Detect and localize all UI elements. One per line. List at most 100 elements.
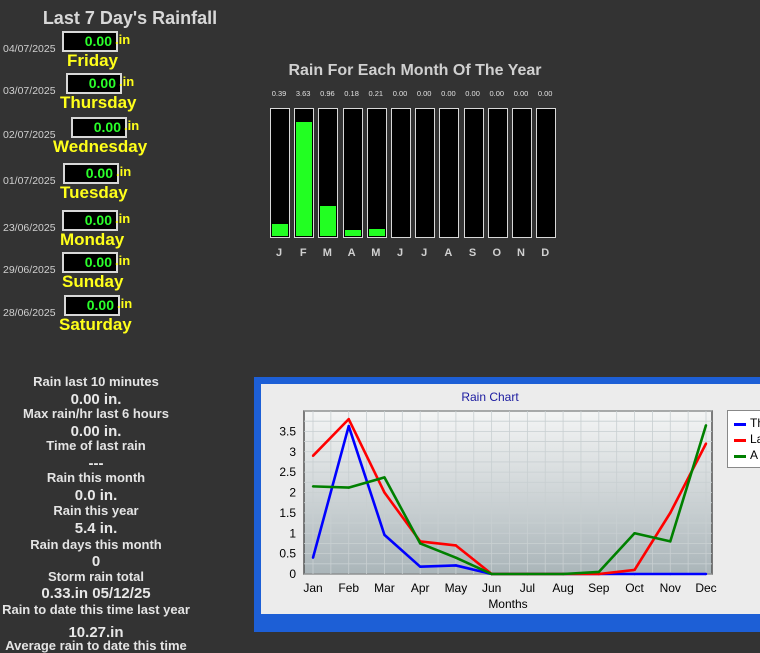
rain-chart-legend: Th La A — [727, 410, 760, 468]
legend-swatch — [734, 423, 746, 426]
y-tick-label: 0 — [289, 567, 296, 581]
day-rain-unit: .in — [117, 296, 133, 311]
series-point — [669, 511, 672, 515]
day-date: 01/07/2025 — [3, 175, 56, 187]
series-point — [633, 568, 636, 572]
stat-label: Time of last rain — [46, 438, 146, 453]
month-value-label: 0.18 — [344, 89, 359, 98]
day-row: 02/07/2025 0.00 .in Wednesday — [0, 117, 260, 161]
y-tick-label: 1.5 — [279, 506, 296, 520]
series-point — [347, 424, 350, 428]
series-point — [418, 542, 422, 545]
month-bar — [270, 108, 290, 238]
month-value-label: 0.00 — [465, 89, 480, 98]
y-tick-label: 2.5 — [279, 465, 296, 479]
month-bar — [391, 108, 411, 238]
month-value-label: 0.00 — [513, 89, 529, 98]
day-rain-value: 0.00 — [62, 210, 118, 231]
series-point — [704, 424, 708, 427]
rain-chart-title: Rain Chart — [461, 390, 519, 404]
stat-value: 0.0 in. — [74, 487, 118, 504]
rain-chart-frame-bottom — [254, 622, 760, 632]
series-point — [454, 544, 458, 547]
stat-label: Storm rain total — [47, 569, 145, 584]
stat-label: Max rain/hr last 6 hours — [23, 406, 169, 421]
day-name: Saturday — [59, 315, 132, 334]
month-value-label: 0.00 — [441, 89, 456, 98]
day-date: 28/06/2025 — [3, 307, 56, 319]
legend-label: A — [750, 448, 759, 462]
month-letter: N — [517, 247, 525, 259]
day-rain-value: 0.00 — [62, 252, 118, 273]
x-tick-label: Mar — [374, 581, 395, 595]
month-letter: J — [421, 247, 428, 259]
series-point — [311, 454, 315, 458]
rain-line-chart: 0 0.5 1 1.5 2 2.5 3 3.5 Jan Feb Mar Apr May Jun Jul Aug… — [279, 410, 717, 611]
series-point — [383, 476, 386, 479]
legend-swatch — [734, 439, 746, 442]
day-date: 04/07/2025 — [3, 43, 56, 55]
page-title: Last 7 Day's Rainfall — [42, 8, 218, 28]
month-bar — [439, 108, 460, 238]
legend-item: A — [734, 448, 760, 463]
x-tick-label: Nov — [660, 581, 681, 595]
month-letter: A — [444, 247, 453, 259]
month-letter: M — [322, 247, 332, 259]
month-bar — [463, 108, 484, 238]
legend-swatch — [734, 455, 746, 458]
series-point — [561, 572, 565, 576]
day-rain-value: 0.00 — [71, 117, 127, 138]
day-rain-unit: .in — [116, 164, 132, 179]
day-rain-unit: .in — [115, 32, 131, 47]
month-bar-fill — [272, 224, 288, 236]
legend-label: La — [750, 432, 760, 446]
month-bar — [415, 108, 436, 238]
month-bar-fill — [320, 206, 337, 236]
x-tick-label: Oct — [625, 581, 644, 595]
y-tick-label: 2 — [289, 486, 296, 500]
y-tick-label: 3 — [289, 445, 296, 459]
day-row: 23/06/2025 0.00 .in Monday — [0, 210, 260, 254]
day-name: Wednesday — [53, 137, 148, 156]
month-value-label: 0.00 — [537, 89, 553, 98]
day-row: 03/07/2025 0.00 .in Thursday — [0, 73, 260, 117]
month-letter: F — [299, 247, 307, 259]
series-point — [633, 572, 636, 576]
month-bar-fill — [344, 230, 361, 236]
month-letter: J — [396, 247, 404, 259]
month-value-label: 0.00 — [489, 89, 505, 98]
day-name: Thursday — [60, 93, 137, 112]
stat-label: Rain this month — [46, 470, 146, 485]
series-point — [311, 485, 315, 488]
month-letter: A — [347, 247, 356, 259]
day-name: Friday — [67, 51, 119, 70]
series-point — [383, 533, 386, 537]
day-date: 23/06/2025 — [3, 222, 56, 234]
series-point — [704, 442, 708, 445]
day-name: Monday — [60, 230, 125, 249]
day-rain-unit: .in — [119, 74, 135, 89]
series-point — [383, 491, 386, 494]
x-tick-label: Feb — [338, 581, 359, 595]
month-value-label: 0.39 — [271, 89, 287, 98]
x-axis-label: Months — [488, 597, 527, 611]
month-bar-fill — [296, 122, 313, 236]
stat-label: Rain days this month — [30, 537, 162, 552]
y-tick-label: 1 — [289, 526, 296, 540]
month-bar — [294, 108, 315, 238]
stat-label: Rain to date this time last year — [2, 602, 190, 617]
series-point — [454, 564, 458, 567]
day-rain-value: 0.00 — [63, 163, 119, 184]
x-tick-label: Dec — [695, 581, 716, 595]
day-rain-unit: .in — [115, 211, 131, 226]
x-tick-label: Jan — [303, 581, 322, 595]
series-point — [418, 565, 422, 568]
series-point — [347, 486, 350, 489]
day-rain-unit: .in — [124, 118, 140, 133]
series-point — [526, 572, 529, 576]
stat-label: Rain last 10 minutes — [33, 374, 159, 389]
series-point — [633, 532, 636, 535]
series-point — [597, 570, 601, 574]
series-point — [454, 556, 458, 559]
stat-value: 0.33.in 05/12/25 — [41, 585, 151, 602]
